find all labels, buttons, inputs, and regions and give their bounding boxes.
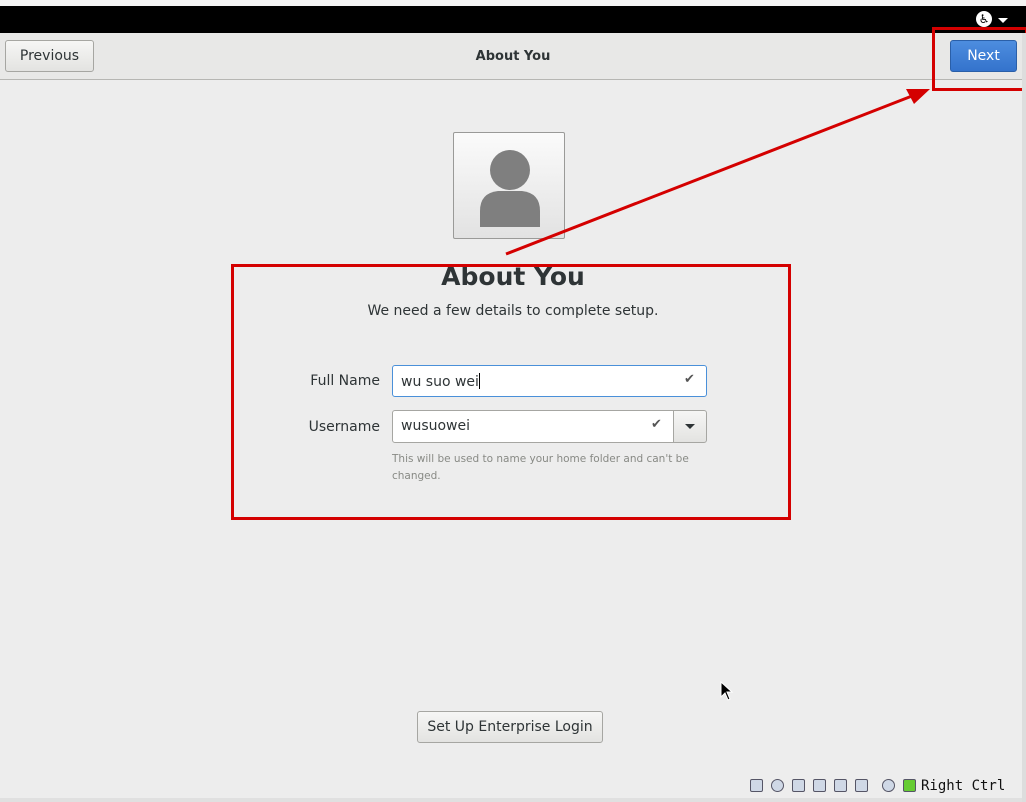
- optical-drive-icon[interactable]: [771, 779, 784, 792]
- chevron-down-icon: [685, 424, 695, 429]
- username-field[interactable]: wusuowei ✔: [392, 410, 674, 443]
- username-value: wusuowei: [401, 418, 471, 434]
- text-caret: [478, 373, 480, 389]
- username-label: Username: [308, 419, 380, 435]
- chevron-down-icon[interactable]: [998, 18, 1008, 23]
- shared-folder-icon[interactable]: [813, 779, 826, 792]
- header-bar: Previous About You Next: [0, 33, 1026, 80]
- avatar-button[interactable]: [453, 132, 565, 239]
- mouse-integration-icon[interactable]: [882, 779, 895, 792]
- window-right-edge: [1022, 33, 1026, 802]
- next-button[interactable]: Next: [950, 40, 1017, 72]
- display-icon[interactable]: [834, 779, 847, 792]
- vm-status-bar: Right Ctrl: [740, 775, 1026, 797]
- usb-icon[interactable]: [855, 779, 868, 792]
- checkmark-icon: ✔: [651, 417, 662, 432]
- mouse-pointer-icon: [720, 681, 734, 701]
- full-name-label: Full Name: [310, 373, 380, 389]
- page-title: About You: [441, 262, 585, 291]
- username-dropdown-button[interactable]: [673, 410, 707, 443]
- header-title: About You: [475, 49, 551, 64]
- storage-icon[interactable]: [750, 779, 763, 792]
- keyboard-capture-icon[interactable]: [903, 779, 916, 792]
- checkmark-icon: ✔: [684, 372, 695, 387]
- full-name-value: wu suo wei: [401, 373, 480, 390]
- window-bottom-edge: [0, 798, 1026, 802]
- accessibility-icon[interactable]: ♿: [976, 11, 992, 27]
- enterprise-login-button[interactable]: Set Up Enterprise Login: [417, 711, 603, 743]
- page-subtitle: We need a few details to complete setup.: [367, 303, 659, 319]
- host-key-label: Right Ctrl: [921, 778, 1006, 794]
- top-bar: ♿: [0, 6, 1026, 33]
- full-name-field[interactable]: wu suo wei ✔: [392, 365, 707, 397]
- network-icon[interactable]: [792, 779, 805, 792]
- user-avatar-icon: [480, 150, 540, 227]
- annotation-arrow: [505, 89, 930, 256]
- username-hint: This will be used to name your home fold…: [392, 453, 689, 482]
